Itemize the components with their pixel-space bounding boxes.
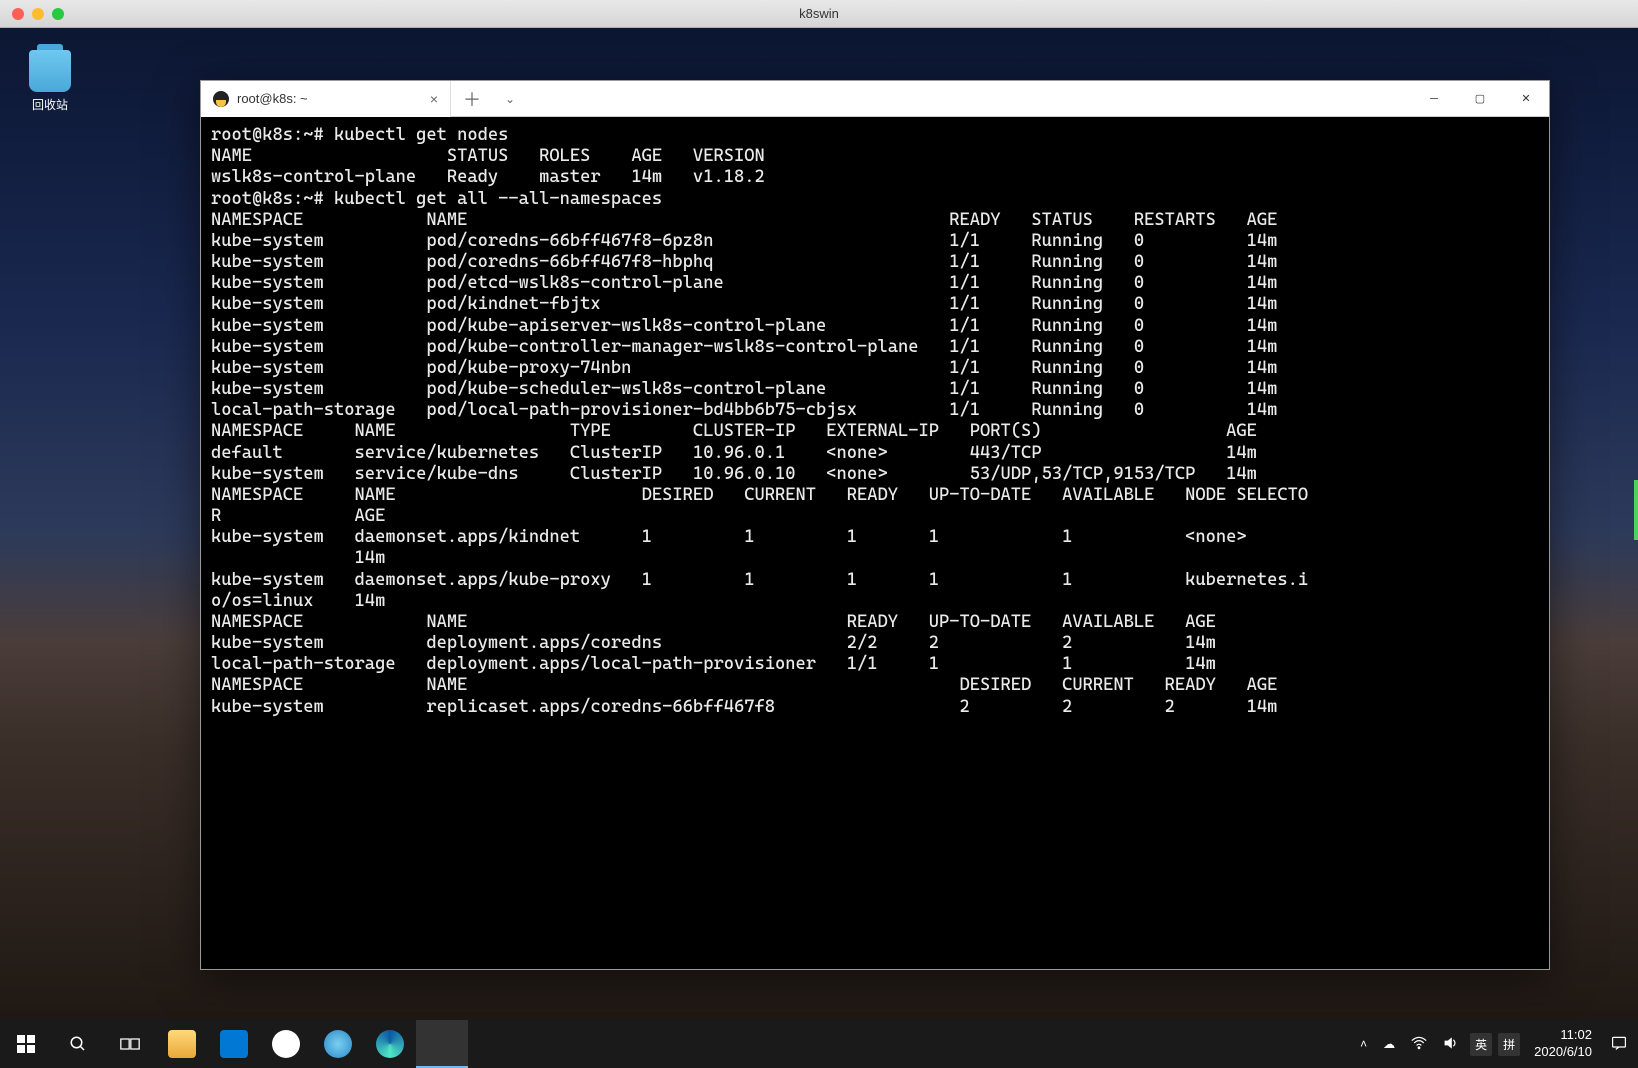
window-title: k8swin — [799, 6, 839, 21]
terminal-line: o/os=linux 14m — [211, 591, 1539, 612]
terminal-icon — [428, 1029, 456, 1057]
taskbar-clock[interactable]: 11:02 2020/6/10 — [1526, 1027, 1600, 1061]
terminal-line: local-path-storage deployment.apps/local… — [211, 654, 1539, 675]
terminal-line: NAMESPACE NAME READY UP-TO-DATE AVAILABL… — [211, 612, 1539, 633]
wifi-icon — [1411, 1036, 1427, 1050]
terminal-body[interactable]: root@k8s:~# kubectl get nodesNAME STATUS… — [201, 117, 1549, 969]
terminal-line: kube-system service/kube-dns ClusterIP 1… — [211, 464, 1539, 485]
desktop-icon-recycle-bin[interactable]: 回收站 — [20, 50, 80, 113]
minimize-icon[interactable] — [32, 8, 44, 20]
terminal-line: default service/kubernetes ClusterIP 10.… — [211, 443, 1539, 464]
tray-volume-icon[interactable] — [1438, 1036, 1464, 1053]
taskbar-app-terminal[interactable] — [416, 1020, 468, 1068]
minimize-button[interactable]: ─ — [1411, 81, 1457, 117]
terminal-line: NAMESPACE NAME DESIRED CURRENT READY AGE — [211, 675, 1539, 696]
terminal-line: wslk8s-control-plane Ready master 14m v1… — [211, 167, 1539, 188]
taskbar-app-vscode[interactable] — [208, 1020, 260, 1068]
terminal-line: root@k8s:~# kubectl get nodes — [211, 125, 1539, 146]
taskbar: ˄ ☁ 英 拼 11:02 2020/6/10 — [0, 1020, 1638, 1068]
terminal-tab[interactable]: root@k8s: ~ × — [201, 81, 451, 117]
notifications-icon — [1611, 1035, 1627, 1051]
volume-icon — [1443, 1036, 1459, 1050]
notification-center-icon[interactable] — [1606, 1035, 1632, 1054]
window-controls: ─ ▢ ✕ — [1411, 81, 1549, 117]
new-tab-button[interactable]: ＋ — [451, 86, 493, 112]
close-icon[interactable] — [12, 8, 24, 20]
maximize-button[interactable]: ▢ — [1457, 81, 1503, 117]
tray-onedrive-icon[interactable]: ☁ — [1378, 1037, 1400, 1051]
taskbar-right: ˄ ☁ 英 拼 11:02 2020/6/10 — [1355, 1020, 1638, 1068]
close-button[interactable]: ✕ — [1503, 81, 1549, 117]
recycle-bin-icon — [29, 50, 71, 92]
task-view-icon — [120, 1036, 140, 1052]
terminal-line: kube-system pod/kube-controller-manager-… — [211, 337, 1539, 358]
taskbar-app-browser1[interactable] — [312, 1020, 364, 1068]
terminal-titlebar: root@k8s: ~ × ＋ ⌄ ─ ▢ ✕ — [201, 81, 1549, 117]
terminal-line: NAMESPACE NAME TYPE CLUSTER-IP EXTERNAL-… — [211, 421, 1539, 442]
tab-dropdown-icon[interactable]: ⌄ — [493, 92, 527, 106]
edge-indicator — [1634, 480, 1638, 540]
terminal-line: kube-system pod/kube-proxy-74nbn 1/1 Run… — [211, 358, 1539, 379]
recycle-bin-label: 回收站 — [20, 96, 80, 113]
tab-title: root@k8s: ~ — [237, 91, 308, 106]
clock-date: 2020/6/10 — [1534, 1044, 1592, 1061]
tab-close-icon[interactable]: × — [430, 91, 438, 107]
qq-icon — [272, 1030, 300, 1058]
edge-icon — [376, 1030, 404, 1058]
terminal-line: NAME STATUS ROLES AGE VERSION — [211, 146, 1539, 167]
vscode-icon — [220, 1030, 248, 1058]
tux-icon — [213, 91, 229, 107]
terminal-line: root@k8s:~# kubectl get all --all-namesp… — [211, 189, 1539, 210]
maximize-icon[interactable] — [52, 8, 64, 20]
terminal-line: kube-system replicaset.apps/coredns-66bf… — [211, 697, 1539, 718]
mac-titlebar: k8swin — [0, 0, 1638, 28]
search-button[interactable] — [52, 1020, 104, 1068]
search-icon — [69, 1035, 87, 1053]
terminal-line: kube-system pod/coredns-66bff467f8-hbphq… — [211, 252, 1539, 273]
terminal-line: kube-system daemonset.apps/kindnet 1 1 1… — [211, 527, 1539, 548]
browser1-icon — [324, 1030, 352, 1058]
tray-wifi-icon[interactable] — [1406, 1036, 1432, 1053]
file-explorer-icon — [168, 1030, 196, 1058]
windows-logo-icon — [17, 1035, 35, 1053]
terminal-line: NAMESPACE NAME READY STATUS RESTARTS AGE — [211, 210, 1539, 231]
terminal-line: 14m — [211, 548, 1539, 569]
task-view-button[interactable] — [104, 1020, 156, 1068]
terminal-line: kube-system deployment.apps/coredns 2/2 … — [211, 633, 1539, 654]
terminal-line: kube-system pod/etcd-wslk8s-control-plan… — [211, 273, 1539, 294]
clock-time: 11:02 — [1534, 1027, 1592, 1044]
terminal-line: kube-system daemonset.apps/kube-proxy 1 … — [211, 570, 1539, 591]
start-button[interactable] — [0, 1020, 52, 1068]
taskbar-app-explorer[interactable] — [156, 1020, 208, 1068]
terminal-line: local-path-storage pod/local-path-provis… — [211, 400, 1539, 421]
ime-mode-indicator[interactable]: 拼 — [1498, 1033, 1520, 1056]
tray-chevron-icon[interactable]: ˄ — [1355, 1037, 1372, 1051]
terminal-line: kube-system pod/coredns-66bff467f8-6pz8n… — [211, 231, 1539, 252]
terminal-line: R AGE — [211, 506, 1539, 527]
taskbar-app-qq[interactable] — [260, 1020, 312, 1068]
terminal-window: root@k8s: ~ × ＋ ⌄ ─ ▢ ✕ root@k8s:~# kube… — [200, 80, 1550, 970]
taskbar-left — [0, 1020, 468, 1068]
terminal-line: NAMESPACE NAME DESIRED CURRENT READY UP-… — [211, 485, 1539, 506]
traffic-lights — [12, 8, 64, 20]
taskbar-app-edge[interactable] — [364, 1020, 416, 1068]
terminal-line: kube-system pod/kindnet-fbjtx 1/1 Runnin… — [211, 294, 1539, 315]
terminal-line: kube-system pod/kube-apiserver-wslk8s-co… — [211, 316, 1539, 337]
ime-lang-indicator[interactable]: 英 — [1470, 1033, 1492, 1056]
terminal-line: kube-system pod/kube-scheduler-wslk8s-co… — [211, 379, 1539, 400]
